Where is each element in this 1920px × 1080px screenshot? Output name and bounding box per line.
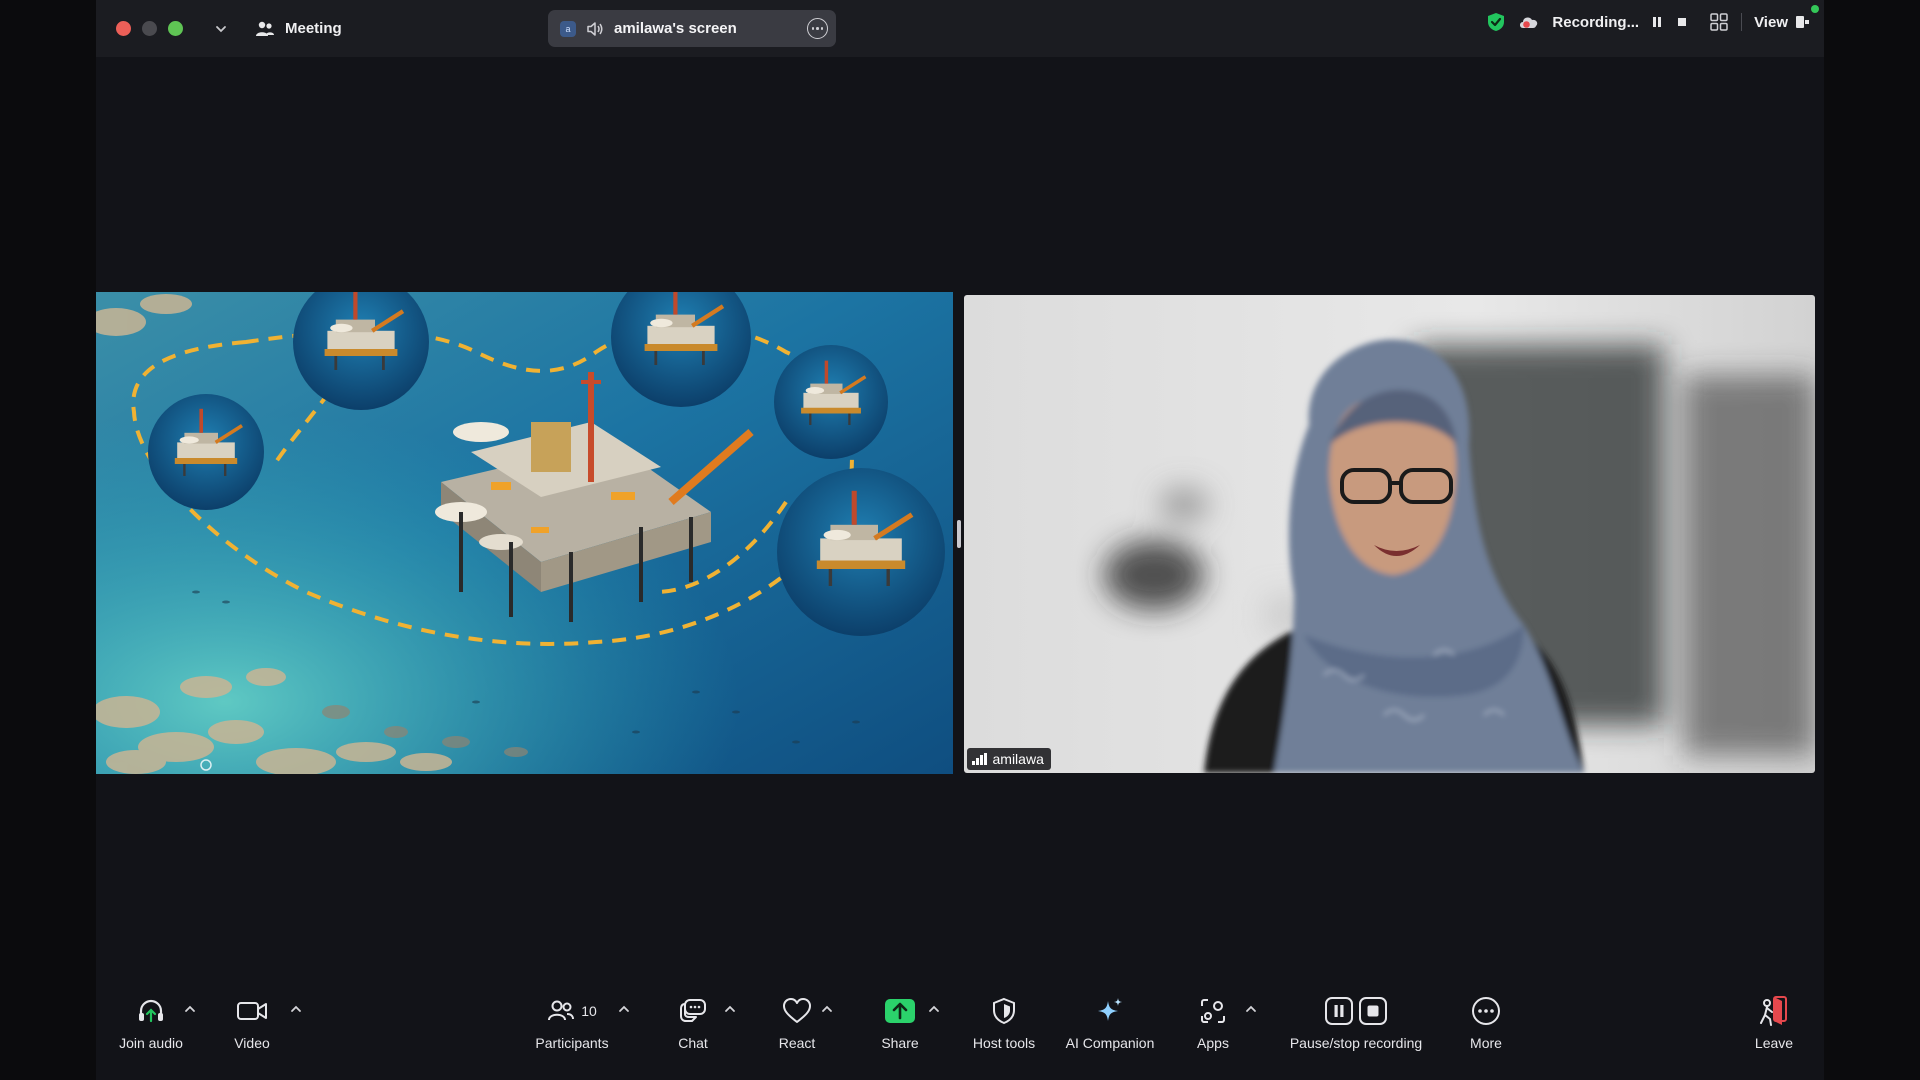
chat-icon	[680, 999, 706, 1022]
gallery-grid-icon[interactable]	[1709, 12, 1729, 32]
more-button[interactable]: More	[1461, 990, 1511, 1051]
ai-companion-button[interactable]: AI Companion	[1058, 990, 1162, 1051]
more-dots-icon	[1472, 997, 1500, 1025]
more-label: More	[1470, 1035, 1502, 1051]
react-label: React	[778, 1035, 816, 1051]
share-label: Share	[881, 1035, 919, 1051]
headphone-icon	[139, 999, 163, 1023]
pause-icon[interactable]	[1651, 15, 1663, 29]
pause-stop-recording-label: Pause/stop recording	[1289, 1035, 1423, 1051]
stop-icon[interactable]	[1675, 15, 1689, 29]
share-arrow-icon	[885, 999, 915, 1023]
signal-strength-icon	[972, 753, 987, 765]
participants-icon	[548, 1000, 575, 1021]
host-tools-button[interactable]: Host tools	[964, 990, 1044, 1051]
ai-companion-label: AI Companion	[1065, 1035, 1155, 1051]
participant-name-tag: amilawa	[967, 748, 1051, 770]
participants-count: 10	[581, 1003, 597, 1019]
apps-label: Apps	[1197, 1035, 1229, 1051]
react-button[interactable]: React	[772, 990, 822, 1051]
participants-button[interactable]: 10 Participants	[530, 990, 614, 1051]
view-button[interactable]: View	[1754, 14, 1810, 31]
share-button[interactable]: Share	[875, 990, 925, 1051]
share-pill-title: amilawa's screen	[614, 20, 737, 37]
title-bar: Meeting a amilawa's screen Recording...	[96, 0, 1824, 57]
sparkle-icon	[1098, 998, 1122, 1021]
chat-options-chevron-icon[interactable]	[723, 1002, 737, 1016]
join-audio-button[interactable]: Join audio	[116, 990, 186, 1051]
join-audio-label: Join audio	[119, 1035, 183, 1051]
close-window-button[interactable]	[116, 21, 131, 36]
participants-label: Participants	[535, 1035, 609, 1051]
participant-video-tile[interactable]: amilawa	[964, 295, 1815, 773]
participants-options-chevron-icon[interactable]	[617, 1002, 631, 1016]
host-shield-icon	[993, 997, 1015, 1025]
titlebar-divider	[1741, 13, 1743, 31]
react-options-chevron-icon[interactable]	[820, 1002, 834, 1016]
apps-button[interactable]: Apps	[1188, 990, 1238, 1051]
video-options-chevron-icon[interactable]	[289, 1002, 303, 1016]
host-tools-label: Host tools	[972, 1035, 1036, 1051]
leave-button[interactable]: Leave	[1749, 990, 1799, 1051]
share-options-chevron-icon[interactable]	[927, 1002, 941, 1016]
more-circle-icon[interactable]	[807, 18, 828, 39]
speaker-icon[interactable]	[586, 21, 604, 37]
view-icon	[1796, 16, 1809, 28]
heart-icon	[783, 998, 811, 1023]
share-screen-pill[interactable]: a amilawa's screen	[548, 10, 836, 47]
chat-label: Chat	[678, 1035, 708, 1051]
meeting-icon	[256, 21, 274, 36]
leave-icon	[1760, 996, 1787, 1026]
apps-options-chevron-icon[interactable]	[1244, 1002, 1258, 1016]
apps-icon	[1201, 999, 1225, 1023]
pause-stop-icon	[1325, 997, 1387, 1025]
video-button[interactable]: Video	[222, 990, 282, 1051]
leave-label: Leave	[1754, 1035, 1794, 1051]
meeting-menu[interactable]: Meeting	[255, 20, 342, 38]
sharer-avatar: a	[560, 20, 576, 37]
pause-stop-recording-button[interactable]: Pause/stop recording	[1281, 990, 1431, 1051]
meeting-toolbar: Join audio Video 10 Participants Chat Re…	[96, 990, 1824, 1080]
participant-name: amilawa	[992, 751, 1044, 767]
resize-handle[interactable]	[957, 520, 961, 548]
minimize-window-button[interactable]	[142, 21, 157, 36]
fullscreen-window-button[interactable]	[168, 21, 183, 36]
join-audio-options-chevron-icon[interactable]	[183, 1002, 197, 1016]
window-controls	[116, 21, 183, 36]
cloud-record-icon	[1520, 17, 1538, 28]
shared-screen-content[interactable]	[96, 292, 953, 774]
recording-controls: Recording... View	[1486, 12, 1810, 32]
chat-button[interactable]: Chat	[668, 990, 718, 1051]
meeting-label: Meeting	[285, 20, 342, 37]
shared-slide-image	[96, 292, 953, 774]
camera-icon	[237, 1002, 267, 1020]
view-label: View	[1754, 13, 1788, 31]
chevron-down-icon[interactable]	[213, 21, 229, 37]
video-label: Video	[234, 1035, 270, 1051]
shield-check-icon[interactable]	[1486, 12, 1506, 32]
camera-active-indicator	[1811, 5, 1819, 13]
zoom-window: Meeting a amilawa's screen Recording...	[96, 0, 1824, 1080]
recording-status: Recording...	[1552, 13, 1640, 31]
participant-video	[964, 295, 1815, 773]
